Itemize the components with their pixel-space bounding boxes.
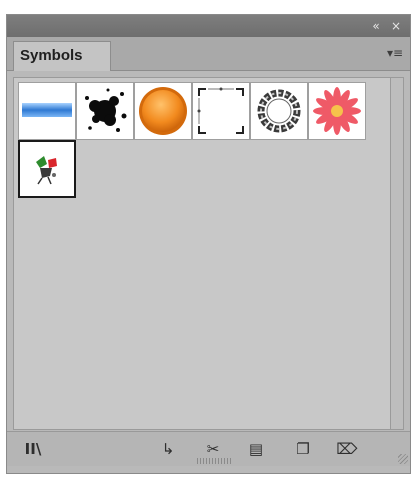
break-link-icon[interactable]: ✂ bbox=[202, 439, 224, 459]
symbols-panel: « × Symbols ▾≡ II\ ↳ ✂ ▤ ❐ ⌦ bbox=[6, 14, 411, 474]
resize-corner-icon[interactable] bbox=[398, 454, 408, 464]
panel-footer-toolbar: II\ ↳ ✂ ▤ ❐ ⌦ bbox=[7, 431, 410, 466]
panel-tab-bar: Symbols ▾≡ bbox=[7, 37, 410, 71]
symbol-tile-orange-button[interactable] bbox=[134, 82, 192, 140]
delete-symbol-icon[interactable]: ⌦ bbox=[336, 439, 358, 459]
frame-corners-symbol bbox=[197, 87, 244, 134]
flag-ornament-symbol bbox=[36, 156, 57, 185]
blue-gradient-bar-symbol bbox=[22, 103, 72, 117]
symbol-tile-pink-flower[interactable] bbox=[308, 82, 366, 140]
symbol-tile-ribbon-wreath[interactable] bbox=[250, 82, 308, 140]
ribbon-wreath-symbol bbox=[257, 89, 301, 133]
vertical-scrollbar[interactable] bbox=[390, 77, 404, 430]
pink-flower-symbol bbox=[313, 87, 361, 135]
collapse-icon[interactable]: « bbox=[368, 18, 384, 34]
symbol-tile-blue-bar[interactable] bbox=[18, 82, 76, 140]
close-icon[interactable]: × bbox=[388, 18, 404, 34]
symbol-libraries-menu-icon[interactable]: II\ bbox=[17, 439, 49, 459]
orange-button-symbol bbox=[139, 87, 187, 135]
panel-menu-icon[interactable]: ▾≡ bbox=[384, 43, 406, 63]
panel-title-bar[interactable]: « × bbox=[7, 15, 410, 38]
place-symbol-instance-icon[interactable]: ↳ bbox=[157, 439, 179, 459]
resize-grip[interactable] bbox=[197, 458, 233, 464]
symbol-tile-frame-corners[interactable] bbox=[192, 82, 250, 140]
new-symbol-icon[interactable]: ❐ bbox=[292, 439, 314, 459]
symbol-tile-flag-ornament[interactable] bbox=[18, 140, 76, 198]
symbols-list bbox=[13, 77, 395, 430]
ink-splatter-symbol bbox=[85, 88, 127, 132]
symbol-options-icon[interactable]: ▤ bbox=[245, 439, 267, 459]
symbols-grid bbox=[18, 82, 378, 198]
symbol-tile-ink-splatter[interactable] bbox=[76, 82, 134, 140]
tab-symbols[interactable]: Symbols bbox=[13, 41, 111, 71]
